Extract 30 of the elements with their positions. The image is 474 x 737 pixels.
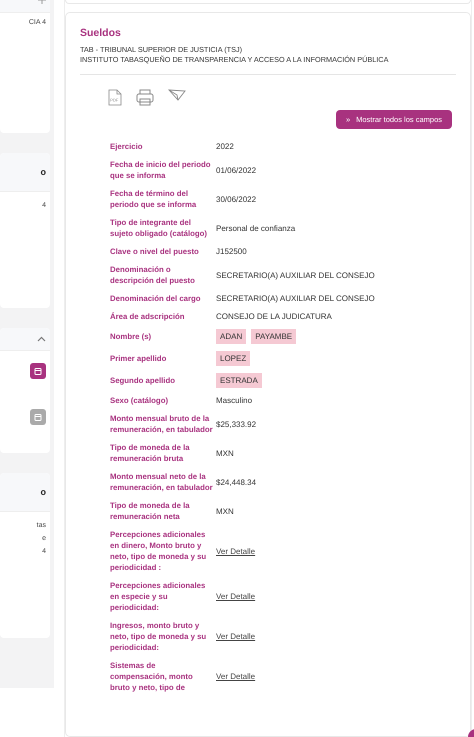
highlighted-value: PAYAMBE — [251, 329, 296, 344]
detail-link[interactable]: Ver Detalle — [216, 546, 256, 556]
card-header-text: o — [40, 487, 46, 497]
calendar-icon — [34, 367, 42, 375]
field-value: 30/06/2022 — [216, 194, 256, 204]
field-value: SECRETARIO(A) AUXILIAR DEL CONSEJO — [216, 270, 375, 280]
field-value: 2022 — [216, 142, 234, 151]
field-value: CONSEJO DE LA JUDICATURA — [216, 312, 332, 321]
highlighted-value: LOPEZ — [216, 351, 250, 366]
chevron-up-icon[interactable] — [37, 336, 46, 342]
field-value: 01/06/2022 — [216, 166, 256, 174]
field-value: MXN — [216, 506, 234, 516]
calendar-button[interactable] — [30, 363, 46, 379]
highlighted-value: ESTRADA — [216, 373, 262, 388]
field-value: Masculino — [216, 396, 252, 405]
printer-icon[interactable] — [136, 89, 154, 106]
detail-link[interactable]: Ver Detalle — [216, 672, 256, 681]
field-value: Personal de confianza — [216, 224, 296, 232]
field-value: MXN — [216, 448, 234, 458]
highlighted-value: ADAN — [216, 329, 246, 344]
record-title: Sueldos — [80, 27, 122, 39]
field-value: J152500 — [216, 247, 247, 256]
field-value: $25,333.92 — [216, 420, 256, 428]
calendar-icon — [34, 413, 42, 421]
field-value: SECRETARIO(A) AUXILIAR DEL CONSEJO — [216, 294, 375, 303]
paper-plane-icon[interactable] — [168, 89, 186, 101]
card-header-text: o — [40, 167, 46, 177]
detail-link[interactable]: Ver Detalle — [216, 632, 256, 641]
field-value: $24,448.34 — [216, 478, 256, 486]
detail-link[interactable]: Ver Detalle — [216, 592, 256, 601]
